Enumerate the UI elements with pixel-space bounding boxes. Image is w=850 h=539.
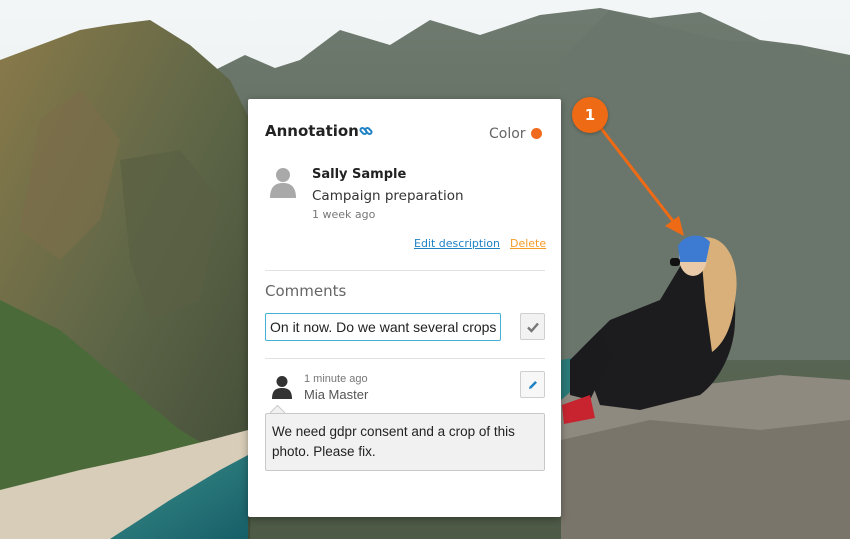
comment-text: We need gdpr consent and a crop of this … bbox=[265, 413, 545, 471]
pencil-icon bbox=[528, 380, 537, 389]
avatar bbox=[270, 168, 296, 198]
edit-description-link[interactable]: Edit description bbox=[414, 237, 500, 250]
marker-number: 1 bbox=[584, 106, 596, 124]
author-name: Sally Sample bbox=[312, 167, 407, 182]
annotation-panel: Annotation Color Sally Sample Campaign p… bbox=[248, 99, 561, 517]
comments-heading: Comments bbox=[265, 282, 347, 300]
divider bbox=[265, 270, 545, 271]
checkmark-icon bbox=[526, 322, 539, 333]
color-label: Color bbox=[489, 126, 526, 142]
panel-title: Annotation bbox=[265, 122, 359, 140]
delete-link[interactable]: Delete bbox=[510, 237, 546, 250]
link-icon[interactable] bbox=[359, 124, 373, 138]
annotation-description: Campaign preparation bbox=[312, 188, 464, 204]
divider bbox=[265, 358, 545, 359]
comment-timestamp: 1 minute ago bbox=[304, 373, 368, 385]
arrow-line bbox=[598, 126, 678, 226]
submit-comment-button[interactable] bbox=[520, 313, 545, 340]
arrow-head bbox=[665, 216, 684, 236]
comment-author: Mia Master bbox=[304, 387, 369, 402]
avatar bbox=[272, 376, 292, 399]
annotation-marker[interactable]: 1 bbox=[572, 97, 608, 133]
annotation-timestamp: 1 week ago bbox=[312, 208, 376, 221]
color-swatch[interactable] bbox=[531, 128, 542, 139]
comment-input[interactable] bbox=[265, 313, 501, 341]
edit-comment-button[interactable] bbox=[520, 371, 545, 398]
